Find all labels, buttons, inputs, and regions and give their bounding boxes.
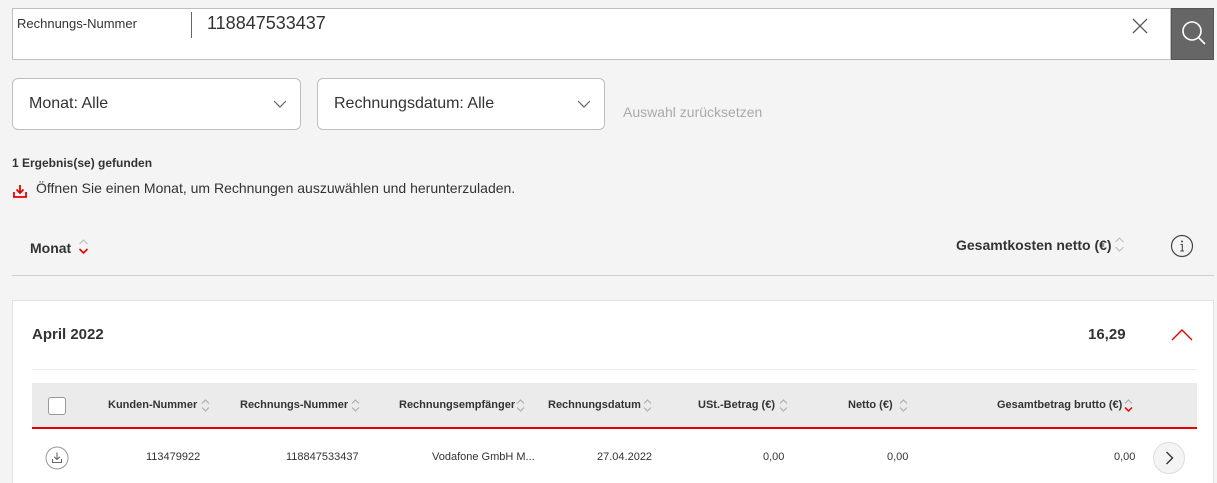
month-card-title[interactable]: April 2022: [32, 326, 104, 343]
divider: [12, 275, 1214, 276]
chevron-down-icon: [273, 100, 287, 108]
results-count: 1 Ergebnis(se) gefunden: [12, 156, 153, 170]
cell-gross: 0,00: [1114, 451, 1136, 463]
close-icon[interactable]: [1130, 16, 1150, 36]
sort-icon[interactable]: [201, 398, 210, 413]
search-icon: [1182, 21, 1206, 45]
search-bar: [12, 8, 1171, 60]
cell-customer-number: 113479922: [146, 451, 201, 463]
divider: [32, 369, 1197, 370]
sort-icon[interactable]: [779, 398, 788, 413]
info-icon[interactable]: [1170, 234, 1194, 258]
download-hint-text: Öffnen Sie einen Monat, um Rechnungen au…: [36, 180, 516, 196]
cell-recipient: Vodafone GmbH M...: [432, 451, 535, 463]
column-header-vat[interactable]: USt.-Betrag (€): [698, 399, 775, 411]
cell-invoice-date: 27.04.2022: [597, 451, 653, 463]
column-header-customer-number[interactable]: Kunden-Nummer: [108, 399, 197, 411]
column-header-invoice-date[interactable]: Rechnungsdatum: [548, 399, 641, 411]
invoice-date-filter-value: Rechnungsdatum: Alle: [334, 95, 495, 112]
sort-icon[interactable]: [1124, 398, 1133, 413]
select-all-checkbox[interactable]: [48, 397, 66, 415]
column-header-net[interactable]: Netto (€): [848, 399, 893, 411]
chevron-right-icon: [1166, 451, 1174, 465]
search-field-selector[interactable]: Rechnungs-Nummer: [17, 16, 137, 31]
sort-icon[interactable]: [643, 398, 652, 413]
chevron-up-icon[interactable]: [1170, 326, 1194, 342]
sort-icon[interactable]: [351, 398, 360, 413]
download-invoice-icon[interactable]: [45, 446, 69, 470]
column-header-invoice-number[interactable]: Rechnungs-Nummer: [240, 399, 348, 411]
column-header-recipient[interactable]: Rechnungsempfänger: [399, 399, 515, 411]
open-invoice-button[interactable]: [1153, 442, 1185, 474]
chevron-down-icon: [577, 100, 591, 108]
invoice-date-filter-select[interactable]: Rechnungsdatum: Alle: [317, 78, 605, 130]
cell-vat: 0,00: [763, 451, 785, 463]
column-header-gross[interactable]: Gesamtbetrag brutto (€): [997, 399, 1122, 411]
search-input[interactable]: 118847533437: [207, 13, 326, 34]
download-icon: [13, 185, 27, 198]
total-net-column-header[interactable]: Gesamtkosten netto (€): [956, 237, 1112, 253]
search-button[interactable]: [1171, 8, 1214, 60]
cell-net: 0,00: [887, 451, 909, 463]
sort-icon[interactable]: [516, 398, 525, 413]
month-filter-value: Monat: Alle: [29, 95, 109, 112]
month-card-total: 16,29: [1088, 326, 1126, 343]
sort-icon[interactable]: [78, 238, 89, 255]
cell-invoice-number: 118847533437: [286, 451, 359, 463]
sort-icon[interactable]: [899, 398, 908, 413]
search-divider: [191, 12, 192, 38]
month-column-header[interactable]: Monat: [30, 240, 71, 256]
reset-selection-link[interactable]: Auswahl zurücksetzen: [623, 104, 762, 120]
month-filter-select[interactable]: Monat: Alle: [12, 78, 301, 130]
sort-icon[interactable]: [1114, 236, 1125, 253]
